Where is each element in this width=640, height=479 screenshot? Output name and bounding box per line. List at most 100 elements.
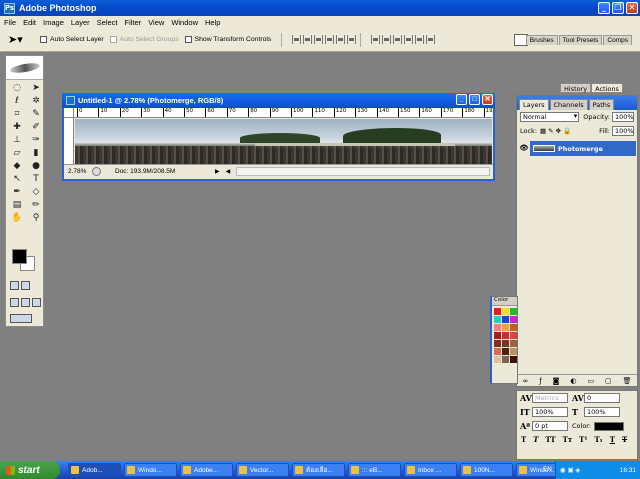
show-transform-controls-checkbox[interactable]: Show Transform Controls <box>184 36 271 43</box>
zoom-level[interactable]: 2.78% <box>64 168 92 175</box>
shape-tool-icon[interactable]: ◇ <box>28 187 44 198</box>
auto-select-layer-checkbox[interactable]: Auto Select Layer <box>40 36 104 43</box>
color-swatch[interactable] <box>494 308 501 315</box>
tab-color[interactable]: Color <box>492 297 517 306</box>
align-hcenter-icon[interactable] <box>336 35 346 44</box>
opacity-field[interactable]: 100% <box>612 112 634 122</box>
new-group-icon[interactable]: ▭ <box>587 377 594 385</box>
eyedropper-tool-icon[interactable]: ✏ <box>28 200 44 211</box>
distribute-top-icon[interactable] <box>371 35 381 44</box>
align-buttons[interactable] <box>292 35 357 44</box>
tab-channels[interactable]: Channels <box>549 99 588 110</box>
superscript-icon[interactable]: T¹ <box>579 435 587 444</box>
tab-brushes[interactable]: Brushes <box>525 35 558 45</box>
taskbar-task[interactable]: Inbox ... <box>404 463 457 477</box>
trash-icon[interactable]: 🗑 <box>623 377 632 385</box>
gradient-tool-icon[interactable]: ▮ <box>28 148 44 159</box>
new-layer-icon[interactable]: ▢ <box>605 377 612 385</box>
brush-tool-icon[interactable]: ✐ <box>28 122 44 133</box>
tab-actions[interactable]: Actions <box>591 83 623 93</box>
tab-layers[interactable]: Layers <box>519 99 549 110</box>
menu-image[interactable]: Image <box>43 18 64 27</box>
full-screen-menu-mode-icon[interactable] <box>21 298 30 307</box>
zoom-tool-icon[interactable]: ⚲ <box>28 213 44 224</box>
distribute-vcenter-icon[interactable] <box>382 35 392 44</box>
layer-mask-icon[interactable]: ◙ <box>553 377 560 385</box>
restore-button[interactable]: ❐ <box>612 2 624 14</box>
blend-mode-select[interactable]: Normal <box>520 112 580 122</box>
type-tool-icon[interactable]: T <box>28 174 44 185</box>
blur-tool-icon[interactable]: ◆ <box>9 161 25 172</box>
color-swatch[interactable] <box>510 348 517 355</box>
distribute-left-icon[interactable] <box>404 35 414 44</box>
faux-bold-icon[interactable]: T <box>521 435 526 444</box>
taskbar-task[interactable]: Adobe... <box>180 463 233 477</box>
close-button[interactable]: ✕ <box>626 2 638 14</box>
layer-style-icon[interactable]: ƒ <box>539 377 541 385</box>
tab-paths[interactable]: Paths <box>588 99 615 110</box>
strikethrough-icon[interactable]: T <box>622 435 627 444</box>
faux-italic-icon[interactable]: T <box>533 435 538 444</box>
small-caps-icon[interactable]: Tт <box>563 435 573 444</box>
tab-comps[interactable]: Comps <box>603 35 632 45</box>
foreground-color-swatch[interactable] <box>12 249 27 264</box>
color-swatch[interactable] <box>502 356 509 363</box>
align-bottom-icon[interactable] <box>314 35 324 44</box>
healing-brush-tool-icon[interactable]: ✚ <box>9 122 25 133</box>
eye-icon[interactable]: 👁 <box>518 141 530 156</box>
horizontal-scrollbar[interactable] <box>236 166 490 176</box>
color-swatch[interactable] <box>510 332 517 339</box>
color-swatch[interactable] <box>494 316 501 323</box>
color-swatch[interactable] <box>502 324 509 331</box>
tab-tool-presets[interactable]: Tool Presets <box>558 35 603 45</box>
taskbar-task[interactable]: Adob... <box>68 463 121 477</box>
horizontal-ruler[interactable]: 0 10 20 30 40 50 60 70 80 90 100 110 120 130 140 150 160… <box>74 108 492 118</box>
color-swatch[interactable] <box>510 324 517 331</box>
scroll-left-icon[interactable]: ◀ <box>226 168 231 175</box>
layer-item-photomerge[interactable]: 👁 Photomerge <box>518 141 636 156</box>
lock-icons[interactable]: ▦✎✥🔒 <box>540 127 573 135</box>
menu-file[interactable]: File <box>4 18 16 27</box>
color-swatch[interactable] <box>494 348 501 355</box>
clone-stamp-tool-icon[interactable]: ⊥ <box>9 135 25 146</box>
menu-window[interactable]: Window <box>171 18 198 27</box>
horizontal-scale-field[interactable]: 100% <box>584 407 620 417</box>
tray-icons[interactable]: ◉ ▣ ◈ <box>560 466 580 474</box>
imageready-icon[interactable] <box>10 314 32 323</box>
doc-close-button[interactable]: ✕ <box>482 94 493 105</box>
color-swatch[interactable] <box>502 308 509 315</box>
kerning-field[interactable]: Metrics <box>532 393 568 403</box>
taskbar-task[interactable]: 100N... <box>460 463 513 477</box>
color-swatch[interactable] <box>502 340 509 347</box>
move-tool-icon[interactable]: ➤ <box>28 83 44 94</box>
menu-filter[interactable]: Filter <box>125 18 142 27</box>
align-left-icon[interactable] <box>325 35 335 44</box>
move-tool-preset-icon[interactable]: ➤▾ <box>8 32 30 48</box>
document-title-bar[interactable]: Untitled-1 @ 2.78% (Photomerge, RGB/8) _… <box>62 93 495 108</box>
all-caps-icon[interactable]: TT <box>545 435 555 444</box>
underline-icon[interactable]: T <box>610 435 615 444</box>
color-swatch[interactable] <box>494 340 501 347</box>
text-color-swatch[interactable] <box>594 421 625 431</box>
menu-edit[interactable]: Edit <box>23 18 36 27</box>
fill-field[interactable]: 100% <box>612 126 634 136</box>
path-selection-tool-icon[interactable]: ↖ <box>9 174 25 185</box>
full-screen-mode-icon[interactable] <box>32 298 41 307</box>
vertical-ruler[interactable] <box>64 118 74 164</box>
lasso-tool-icon[interactable]: ℓ <box>9 96 25 107</box>
history-brush-tool-icon[interactable]: ✑ <box>28 135 44 146</box>
magic-wand-tool-icon[interactable]: ✲ <box>28 96 44 107</box>
standard-mode-icon[interactable] <box>10 281 19 290</box>
dodge-tool-icon[interactable]: ● <box>28 161 44 172</box>
tracking-field[interactable]: 0 <box>584 393 620 403</box>
color-swatch[interactable] <box>502 316 509 323</box>
notes-tool-icon[interactable]: ▤ <box>9 200 25 211</box>
taskbar-task[interactable]: ต้องเลือ... <box>292 463 345 477</box>
doc-minimize-button[interactable]: _ <box>456 94 467 105</box>
crop-tool-icon[interactable]: ⌗ <box>9 109 25 120</box>
status-icon[interactable] <box>92 166 101 176</box>
hand-tool-icon[interactable]: ✋ <box>9 213 25 224</box>
taskbar-task[interactable]: ::: eB... <box>348 463 401 477</box>
link-layers-icon[interactable]: ∞ <box>522 377 528 385</box>
menu-help[interactable]: Help <box>205 18 220 27</box>
